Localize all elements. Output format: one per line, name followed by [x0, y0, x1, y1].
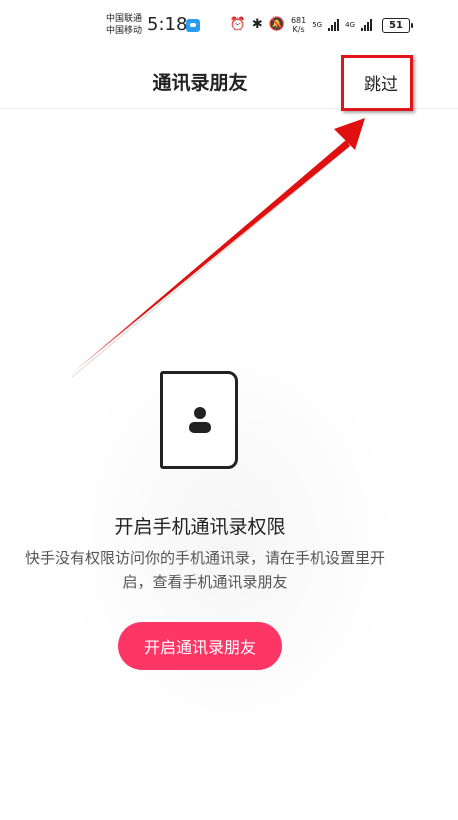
message-notification-icon	[186, 19, 200, 32]
mute-icon: 🔕	[268, 17, 285, 32]
skip-button[interactable]: 跳过	[364, 70, 398, 95]
network-type-1: 5G	[312, 21, 323, 29]
page-title: 通讯录朋友	[152, 72, 248, 94]
signal-bars-1-icon	[328, 19, 340, 31]
carrier-1: 中国联通	[106, 14, 143, 24]
signal-bars-2-icon	[361, 19, 372, 31]
permission-title: 开启手机通讯录权限	[114, 516, 286, 538]
bluetooth-icon: ✱	[251, 17, 263, 32]
battery-icon: 51	[382, 18, 413, 33]
person-icon	[189, 407, 211, 433]
network-speed: 681 K/s	[290, 16, 307, 34]
permission-description: 快手没有权限访问你的手机通讯录，请在手机设置里开启，查看手机通讯录朋友	[24, 549, 385, 591]
status-bar: 中国联通 中国移动 5:18 ⏰ ✱ 🔕 681 K/s 5G 4G 51	[0, 0, 458, 50]
clock: 5:18	[147, 14, 188, 35]
carrier-info: 中国联通 中国移动	[106, 13, 142, 37]
carrier-2: 中国移动	[106, 26, 143, 36]
status-icons: ⏰ ✱ 🔕 681 K/s 5G 4G	[230, 16, 372, 34]
open-contacts-button[interactable]: 开启通讯录朋友	[118, 622, 282, 670]
alarm-icon: ⏰	[229, 17, 246, 32]
network-type-2: 4G	[345, 21, 355, 29]
